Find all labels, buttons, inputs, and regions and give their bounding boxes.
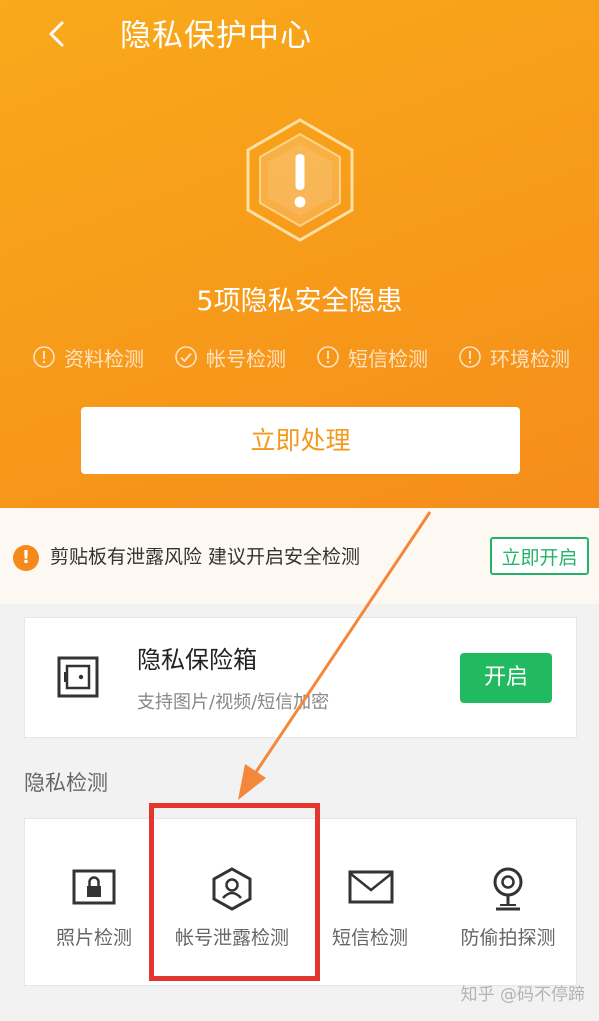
exclamation-circle-icon xyxy=(317,346,339,368)
check-item-label: 环境检测 xyxy=(490,346,570,371)
envelope-icon xyxy=(348,870,394,904)
check-item-label: 资料检测 xyxy=(64,346,144,371)
chevron-left-icon xyxy=(49,21,64,47)
account-leak-check-tile[interactable]: 帐号泄露检测 xyxy=(163,819,301,987)
camera-icon xyxy=(493,867,523,911)
tile-label: 防偷拍探测 xyxy=(460,927,556,949)
warning-icon: ! xyxy=(13,545,39,571)
clipboard-alert-text: 剪贴板有泄露风险 建议开启安全检测 xyxy=(50,546,361,568)
risk-summary: 5项隐私安全隐患 xyxy=(196,286,403,317)
watermark: 知乎 @码不停蹄 xyxy=(460,985,585,1005)
sms-check-tile[interactable]: 短信检测 xyxy=(301,819,439,987)
account-shield-icon xyxy=(212,867,252,911)
exclamation-circle-icon xyxy=(459,346,481,368)
page-title: 隐私保护中心 xyxy=(120,18,312,54)
handle-now-button[interactable]: 立即处理 xyxy=(81,407,520,474)
check-item-label: 帐号检测 xyxy=(206,346,286,371)
check-item-label: 短信检测 xyxy=(348,346,428,371)
tile-label: 短信检测 xyxy=(331,927,408,949)
hexagon-exclamation-icon xyxy=(236,116,364,244)
enable-detection-button[interactable]: 立即开启 xyxy=(490,537,589,575)
vault-subtitle: 支持图片/视频/短信加密 xyxy=(137,692,330,713)
check-item-account[interactable]: 帐号检测 xyxy=(174,339,286,375)
vault-title: 隐私保险箱 xyxy=(137,646,257,674)
spy-camera-detection-tile[interactable]: 防偷拍探测 xyxy=(439,819,577,987)
section-title: 隐私检测 xyxy=(24,771,108,795)
check-item-environment[interactable]: 环境检测 xyxy=(458,339,570,375)
photo-lock-icon xyxy=(72,869,116,905)
back-button[interactable] xyxy=(38,14,78,54)
hero-banner: 隐私保护中心 5项隐私安全隐患 资料检测 帐号检测 短信检测 环境检测 立即处理 xyxy=(0,0,599,508)
safe-icon xyxy=(57,656,99,698)
check-item-profile[interactable]: 资料检测 xyxy=(32,339,144,375)
check-item-sms[interactable]: 短信检测 xyxy=(316,339,428,375)
vault-enable-button[interactable]: 开启 xyxy=(460,653,552,703)
check-circle-icon xyxy=(175,346,197,368)
check-status-row: 资料检测 帐号检测 短信检测 环境检测 xyxy=(0,339,599,375)
exclamation-circle-icon xyxy=(33,346,55,368)
privacy-check-grid: 照片检测 帐号泄露检测 短信检测 防偷拍探测 xyxy=(24,818,577,986)
photo-check-tile[interactable]: 照片检测 xyxy=(25,819,163,987)
tile-label: 照片检测 xyxy=(55,927,132,949)
privacy-vault-card[interactable]: 隐私保险箱 支持图片/视频/短信加密 开启 xyxy=(24,617,577,738)
tile-label: 帐号泄露检测 xyxy=(174,927,289,949)
